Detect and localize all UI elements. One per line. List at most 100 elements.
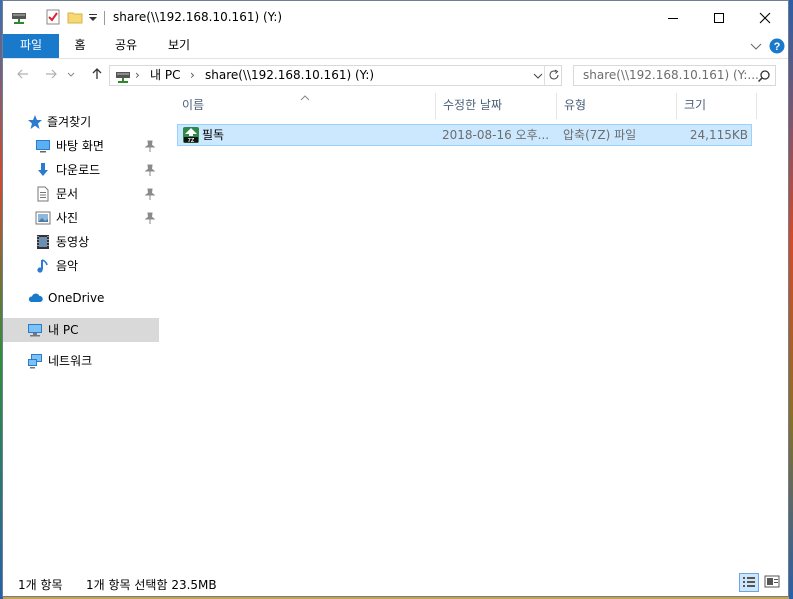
column-header-size[interactable]: 크기 bbox=[684, 93, 706, 119]
address-divider bbox=[544, 66, 545, 85]
up-button[interactable] bbox=[87, 67, 107, 85]
file-date: 2018-08-16 오후... bbox=[442, 128, 550, 142]
navigation-bar: › 내 PC › share(\\192.168.10.161) (Y:) sh… bbox=[3, 59, 788, 93]
up-arrow-icon bbox=[92, 68, 102, 79]
pin-icon[interactable] bbox=[143, 211, 157, 225]
column-divider[interactable] bbox=[435, 93, 436, 119]
large-icons-view-button[interactable] bbox=[763, 573, 783, 592]
pictures-icon bbox=[35, 210, 51, 226]
music-icon bbox=[35, 258, 51, 274]
title-separator bbox=[104, 11, 105, 25]
desktop-icon bbox=[35, 138, 51, 154]
sidebar-item-label: OneDrive bbox=[48, 291, 105, 305]
sidebar-item-label: 동영상 bbox=[56, 235, 90, 249]
title-bar: share(\\192.168.10.161) (Y:) bbox=[3, 1, 788, 34]
address-dropdown-icon[interactable] bbox=[532, 69, 544, 83]
sidebar-item-label: 즐겨찾기 bbox=[47, 115, 92, 129]
sidebar-item-documents[interactable]: 문서 bbox=[3, 182, 159, 206]
videos-icon bbox=[35, 234, 51, 250]
column-divider[interactable] bbox=[756, 93, 757, 119]
minimize-button[interactable] bbox=[650, 1, 696, 34]
pin-icon[interactable] bbox=[143, 139, 157, 153]
network-drive-icon bbox=[11, 9, 27, 25]
back-button[interactable] bbox=[13, 67, 33, 85]
column-divider[interactable] bbox=[556, 93, 557, 119]
network-icon bbox=[27, 353, 43, 369]
column-header-name[interactable]: 이름 bbox=[182, 93, 204, 119]
sidebar-item-quick-access[interactable]: 즐겨찾기 bbox=[3, 110, 159, 134]
sidebar-item-pictures[interactable]: 사진 bbox=[3, 206, 159, 230]
network-drive-icon bbox=[115, 68, 131, 84]
back-arrow-icon bbox=[17, 69, 28, 79]
file-list: 이름 수정한 날짜 유형 크기 7Z 필독 2018-08-16 오후... 압… bbox=[160, 93, 788, 559]
search-box[interactable]: share(\\192.168.10.161) (Y:... bbox=[573, 65, 776, 86]
file-name[interactable]: 필독 bbox=[202, 128, 224, 142]
tab-view[interactable]: 보기 bbox=[157, 34, 201, 58]
tab-share[interactable]: 공유 bbox=[103, 34, 149, 58]
computer-icon bbox=[27, 322, 43, 338]
pin-icon[interactable] bbox=[143, 187, 157, 201]
sidebar-item-label: 내 PC bbox=[48, 323, 79, 337]
column-divider[interactable] bbox=[676, 93, 677, 119]
sidebar-item-label: 바탕 화면 bbox=[56, 139, 104, 153]
window-title: share(\\192.168.10.161) (Y:) bbox=[113, 10, 283, 24]
forward-arrow-icon bbox=[46, 69, 57, 79]
large-icons-view-icon bbox=[764, 575, 780, 588]
forward-button[interactable] bbox=[41, 67, 61, 85]
ribbon-tabs: 파일 홈 공유 보기 ? bbox=[3, 34, 788, 59]
sidebar-item-network[interactable]: 네트워크 bbox=[3, 349, 159, 373]
tab-file[interactable]: 파일 bbox=[3, 34, 59, 58]
sidebar-item-onedrive[interactable]: OneDrive bbox=[3, 286, 159, 310]
column-header-type[interactable]: 유형 bbox=[564, 93, 586, 119]
recent-locations-button[interactable] bbox=[65, 67, 77, 85]
download-icon bbox=[35, 162, 51, 178]
details-view-icon bbox=[743, 577, 755, 587]
details-view-button[interactable] bbox=[739, 573, 759, 592]
breadcrumb-this-pc[interactable]: 내 PC bbox=[150, 68, 180, 83]
search-placeholder[interactable]: share(\\192.168.10.161) (Y:... bbox=[583, 68, 759, 83]
table-row[interactable]: 7Z 필독 2018-08-16 오후... 압축(7Z) 파일 24,115K… bbox=[177, 124, 752, 146]
chevron-down-icon bbox=[67, 72, 75, 77]
sidebar-item-desktop[interactable]: 바탕 화면 bbox=[3, 134, 159, 158]
sidebar-item-label: 네트워크 bbox=[48, 354, 93, 368]
selection-info: 1개 항목 선택함 23.5MB bbox=[86, 578, 217, 592]
document-icon bbox=[35, 186, 51, 202]
sidebar-item-downloads[interactable]: 다운로드 bbox=[3, 158, 159, 182]
close-button[interactable] bbox=[742, 1, 788, 34]
new-folder-icon[interactable] bbox=[67, 9, 83, 25]
maximize-button[interactable] bbox=[696, 1, 742, 34]
expand-ribbon-icon[interactable] bbox=[749, 39, 763, 53]
sidebar-item-this-pc[interactable]: 내 PC bbox=[3, 318, 159, 342]
sidebar-item-music[interactable]: 음악 bbox=[3, 254, 159, 278]
7z-archive-icon: 7Z bbox=[182, 126, 200, 144]
maximize-icon bbox=[714, 12, 724, 23]
sort-ascending-icon bbox=[300, 91, 310, 101]
column-header-date[interactable]: 수정한 날짜 bbox=[443, 93, 502, 119]
status-bar: 1개 항목 1개 항목 선택함 23.5MB bbox=[3, 571, 788, 595]
sidebar-item-videos[interactable]: 동영상 bbox=[3, 230, 159, 254]
search-icon[interactable] bbox=[757, 69, 771, 83]
pin-icon[interactable] bbox=[143, 163, 157, 177]
breadcrumb-current[interactable]: share(\\192.168.10.161) (Y:) bbox=[205, 68, 374, 83]
sidebar-item-label: 문서 bbox=[56, 187, 79, 201]
breadcrumb-separator[interactable]: › bbox=[190, 68, 195, 83]
svg-text:?: ? bbox=[774, 41, 781, 53]
help-icon[interactable]: ? bbox=[769, 38, 785, 54]
sidebar-item-label: 다운로드 bbox=[56, 163, 101, 177]
breadcrumb-separator[interactable]: › bbox=[135, 68, 140, 83]
minimize-icon bbox=[668, 17, 678, 19]
properties-icon[interactable] bbox=[45, 9, 61, 25]
address-bar[interactable]: › 내 PC › share(\\192.168.10.161) (Y:) bbox=[109, 65, 562, 86]
sidebar-item-label: 음악 bbox=[56, 259, 79, 273]
customize-toolbar-icon[interactable] bbox=[87, 9, 99, 25]
file-type: 압축(7Z) 파일 bbox=[563, 128, 637, 142]
cloud-icon bbox=[27, 290, 43, 306]
star-icon bbox=[27, 114, 43, 130]
tab-home[interactable]: 홈 bbox=[63, 34, 97, 58]
close-icon bbox=[759, 12, 771, 23]
file-size: 24,115KB bbox=[689, 128, 748, 142]
sidebar-item-label: 사진 bbox=[56, 211, 79, 225]
file-explorer-window: share(\\192.168.10.161) (Y:) 파일 홈 공유 보기 … bbox=[2, 0, 789, 597]
svg-text:7Z: 7Z bbox=[188, 138, 195, 144]
refresh-icon[interactable] bbox=[547, 68, 561, 82]
